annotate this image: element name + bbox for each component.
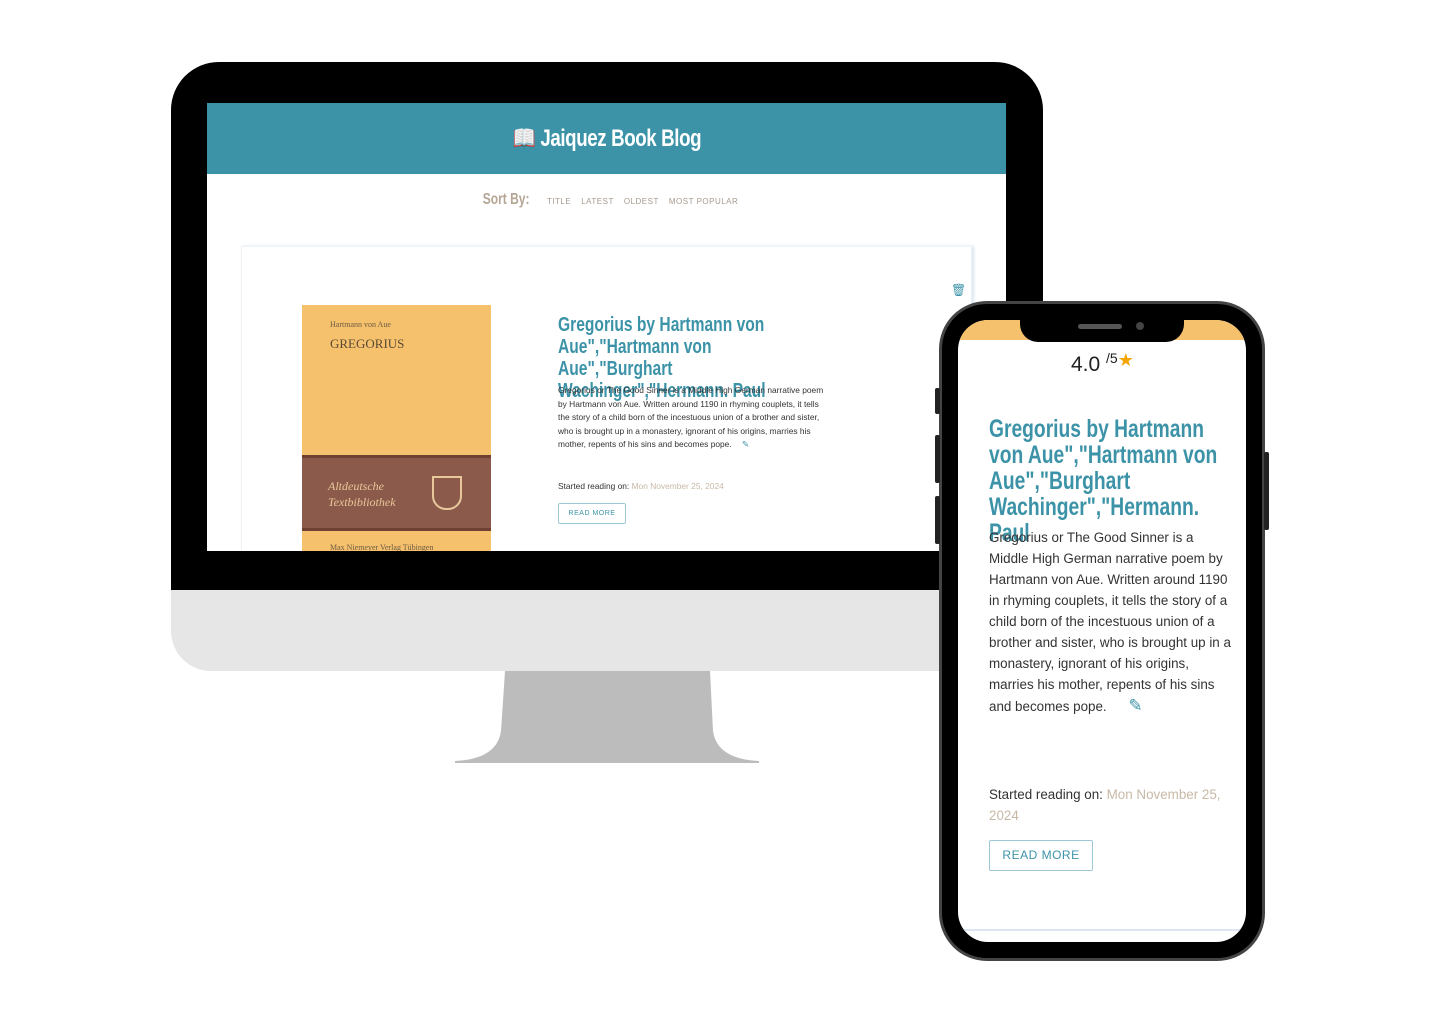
started-label: Started reading on: [558, 481, 630, 491]
open-book-icon: 📖 [512, 125, 540, 152]
rating: 4.0 /5★ [1071, 350, 1134, 377]
cover-title: GREGORIUS [330, 336, 405, 351]
description-text: Gregorius or The Good Sinner is a Middle… [989, 530, 1231, 714]
pencil-icon[interactable]: ✎ [742, 439, 749, 449]
monitor-stand [455, 671, 759, 763]
monitor-chin [171, 590, 1043, 671]
read-more-button[interactable]: READ MORE [558, 503, 626, 524]
site-header: 📖 Jaiquez Book Blog [207, 103, 1006, 174]
sort-oldest[interactable]: OLDEST [624, 197, 659, 206]
phone-notch [1020, 318, 1184, 342]
sort-most-popular[interactable]: MOST POPULAR [669, 197, 738, 206]
sort-title[interactable]: TITLE [547, 197, 571, 206]
phone-read-more-button[interactable]: READ MORE [989, 840, 1093, 871]
phone-screen: 4.0 /5★ Gregorius by Hartmann von Aue","… [958, 320, 1246, 942]
phone-button [935, 496, 940, 544]
started-reading: Started reading on: Mon November 25, 202… [558, 480, 724, 494]
book-cover[interactable]: Hartmann von Aue GREGORIUS Altdeutsche T… [302, 305, 491, 551]
crest-icon [432, 476, 462, 510]
cover-author: Hartmann von Aue [330, 320, 391, 329]
rating-max: /5 [1106, 350, 1118, 366]
started-date: Mon November 25, 2024 [631, 481, 724, 491]
site-title-text: Jaiquez Book Blog [539, 125, 701, 152]
cover-series: Altdeutsche Textbibliothek [328, 479, 396, 509]
cover-publisher: Max Niemeyer Verlag Tübingen [330, 543, 434, 551]
desktop-screen: 📖 Jaiquez Book Blog Sort By: TITLE LATES… [207, 103, 1006, 551]
sort-bar: Sort By: TITLE LATEST OLDEST MOST POPULA… [207, 191, 1006, 209]
cover-band: Altdeutsche Textbibliothek [302, 455, 491, 531]
started-label: Started reading on: [989, 787, 1103, 802]
star-icon: ★ [1117, 350, 1134, 370]
description-text: Gregorius or The Good Sinner is a Middle… [558, 385, 824, 449]
phone-book-description: Gregorius or The Good Sinner is a Middle… [989, 527, 1234, 717]
phone-button [935, 435, 940, 483]
camera-icon [1136, 322, 1144, 330]
sort-latest[interactable]: LATEST [581, 197, 614, 206]
rating-value: 4.0 [1071, 353, 1101, 376]
phone-button [935, 388, 940, 414]
card-edge [958, 929, 1246, 931]
trash-icon[interactable]: 🗑 [951, 283, 966, 297]
speaker-icon [1078, 324, 1122, 329]
site-title[interactable]: 📖 Jaiquez Book Blog [512, 124, 701, 153]
book-description: Gregorius or The Good Sinner is a Middle… [558, 384, 830, 452]
sort-label: Sort By: [482, 191, 530, 208]
phone-button [1264, 452, 1269, 530]
pencil-icon[interactable]: ✎ [1128, 696, 1142, 715]
phone-started-reading: Started reading on: Mon November 25, 202… [989, 784, 1239, 826]
